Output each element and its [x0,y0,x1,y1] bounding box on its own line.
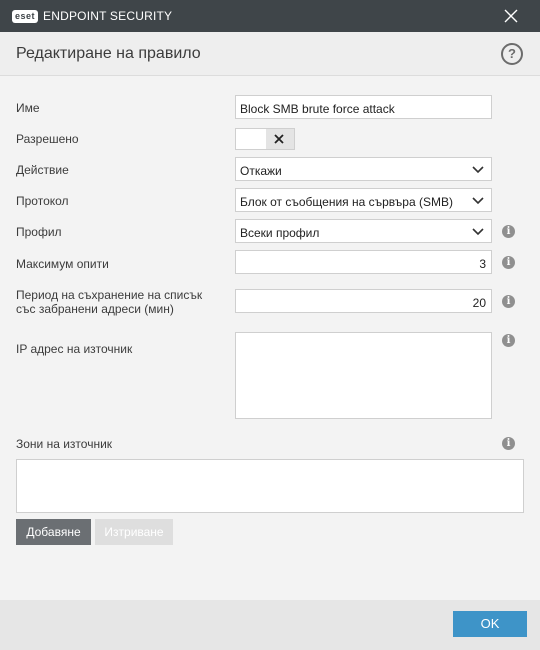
profile-select[interactable]: Всеки профил [235,219,492,243]
retention-value: 20 [472,296,486,310]
action-label: Действие [16,163,69,177]
logo-badge: eset [12,9,39,23]
info-icon[interactable]: i [502,256,515,269]
profile-value: Всеки профил [240,226,320,240]
close-icon[interactable] [502,7,520,25]
enabled-toggle[interactable] [235,128,295,150]
app-name: ENDPOINT SECURITY [43,9,173,23]
x-icon [274,134,284,144]
max-attempts-label: Максимум опити [16,257,109,271]
retention-label-line2: със забранени адреси (мин) [16,302,174,316]
chevron-down-icon [472,166,484,174]
ok-button[interactable]: OK [453,611,527,637]
page-title: Редактиране на правило [16,45,201,62]
retention-input[interactable]: 20 [235,289,492,313]
action-select[interactable]: Откажи [235,157,492,181]
action-value: Откажи [240,164,282,178]
chevron-down-icon [472,197,484,205]
protocol-select[interactable]: Блок от съобщения на сървъра (SMB) [235,188,492,212]
source-zones-label: Зони на източник [16,437,113,451]
source-ip-textarea[interactable] [235,332,492,419]
source-zones-list[interactable] [16,459,524,513]
dialog-header: Редактиране на правило ? [0,32,540,76]
protocol-label: Протокол [16,194,69,208]
chevron-down-icon [472,228,484,236]
max-attempts-input[interactable]: 3 [235,250,492,274]
profile-label: Профил [16,225,62,239]
name-value: Block SMB brute force attack [240,102,395,116]
dialog-footer: OK [0,600,540,650]
eset-logo: eset ENDPOINT SECURITY [12,9,172,23]
info-icon[interactable]: i [502,334,515,347]
toggle-knob [266,129,294,149]
info-icon[interactable]: i [502,295,515,308]
add-button[interactable]: Добавяне [16,519,91,545]
info-icon[interactable]: i [502,437,515,450]
source-ip-label: IP адрес на източник [16,342,133,356]
enabled-label: Разрешено [16,132,79,146]
help-icon[interactable]: ? [501,43,523,65]
info-icon[interactable]: i [502,225,515,238]
max-attempts-value: 3 [479,257,486,271]
name-label: Име [16,101,40,115]
title-bar: eset ENDPOINT SECURITY [0,0,540,32]
delete-button[interactable]: Изтриване [95,519,173,545]
retention-label-line1: Период на съхранение на списък [16,288,203,302]
protocol-value: Блок от съобщения на сървъра (SMB) [240,195,453,209]
name-input[interactable]: Block SMB brute force attack [235,95,492,119]
